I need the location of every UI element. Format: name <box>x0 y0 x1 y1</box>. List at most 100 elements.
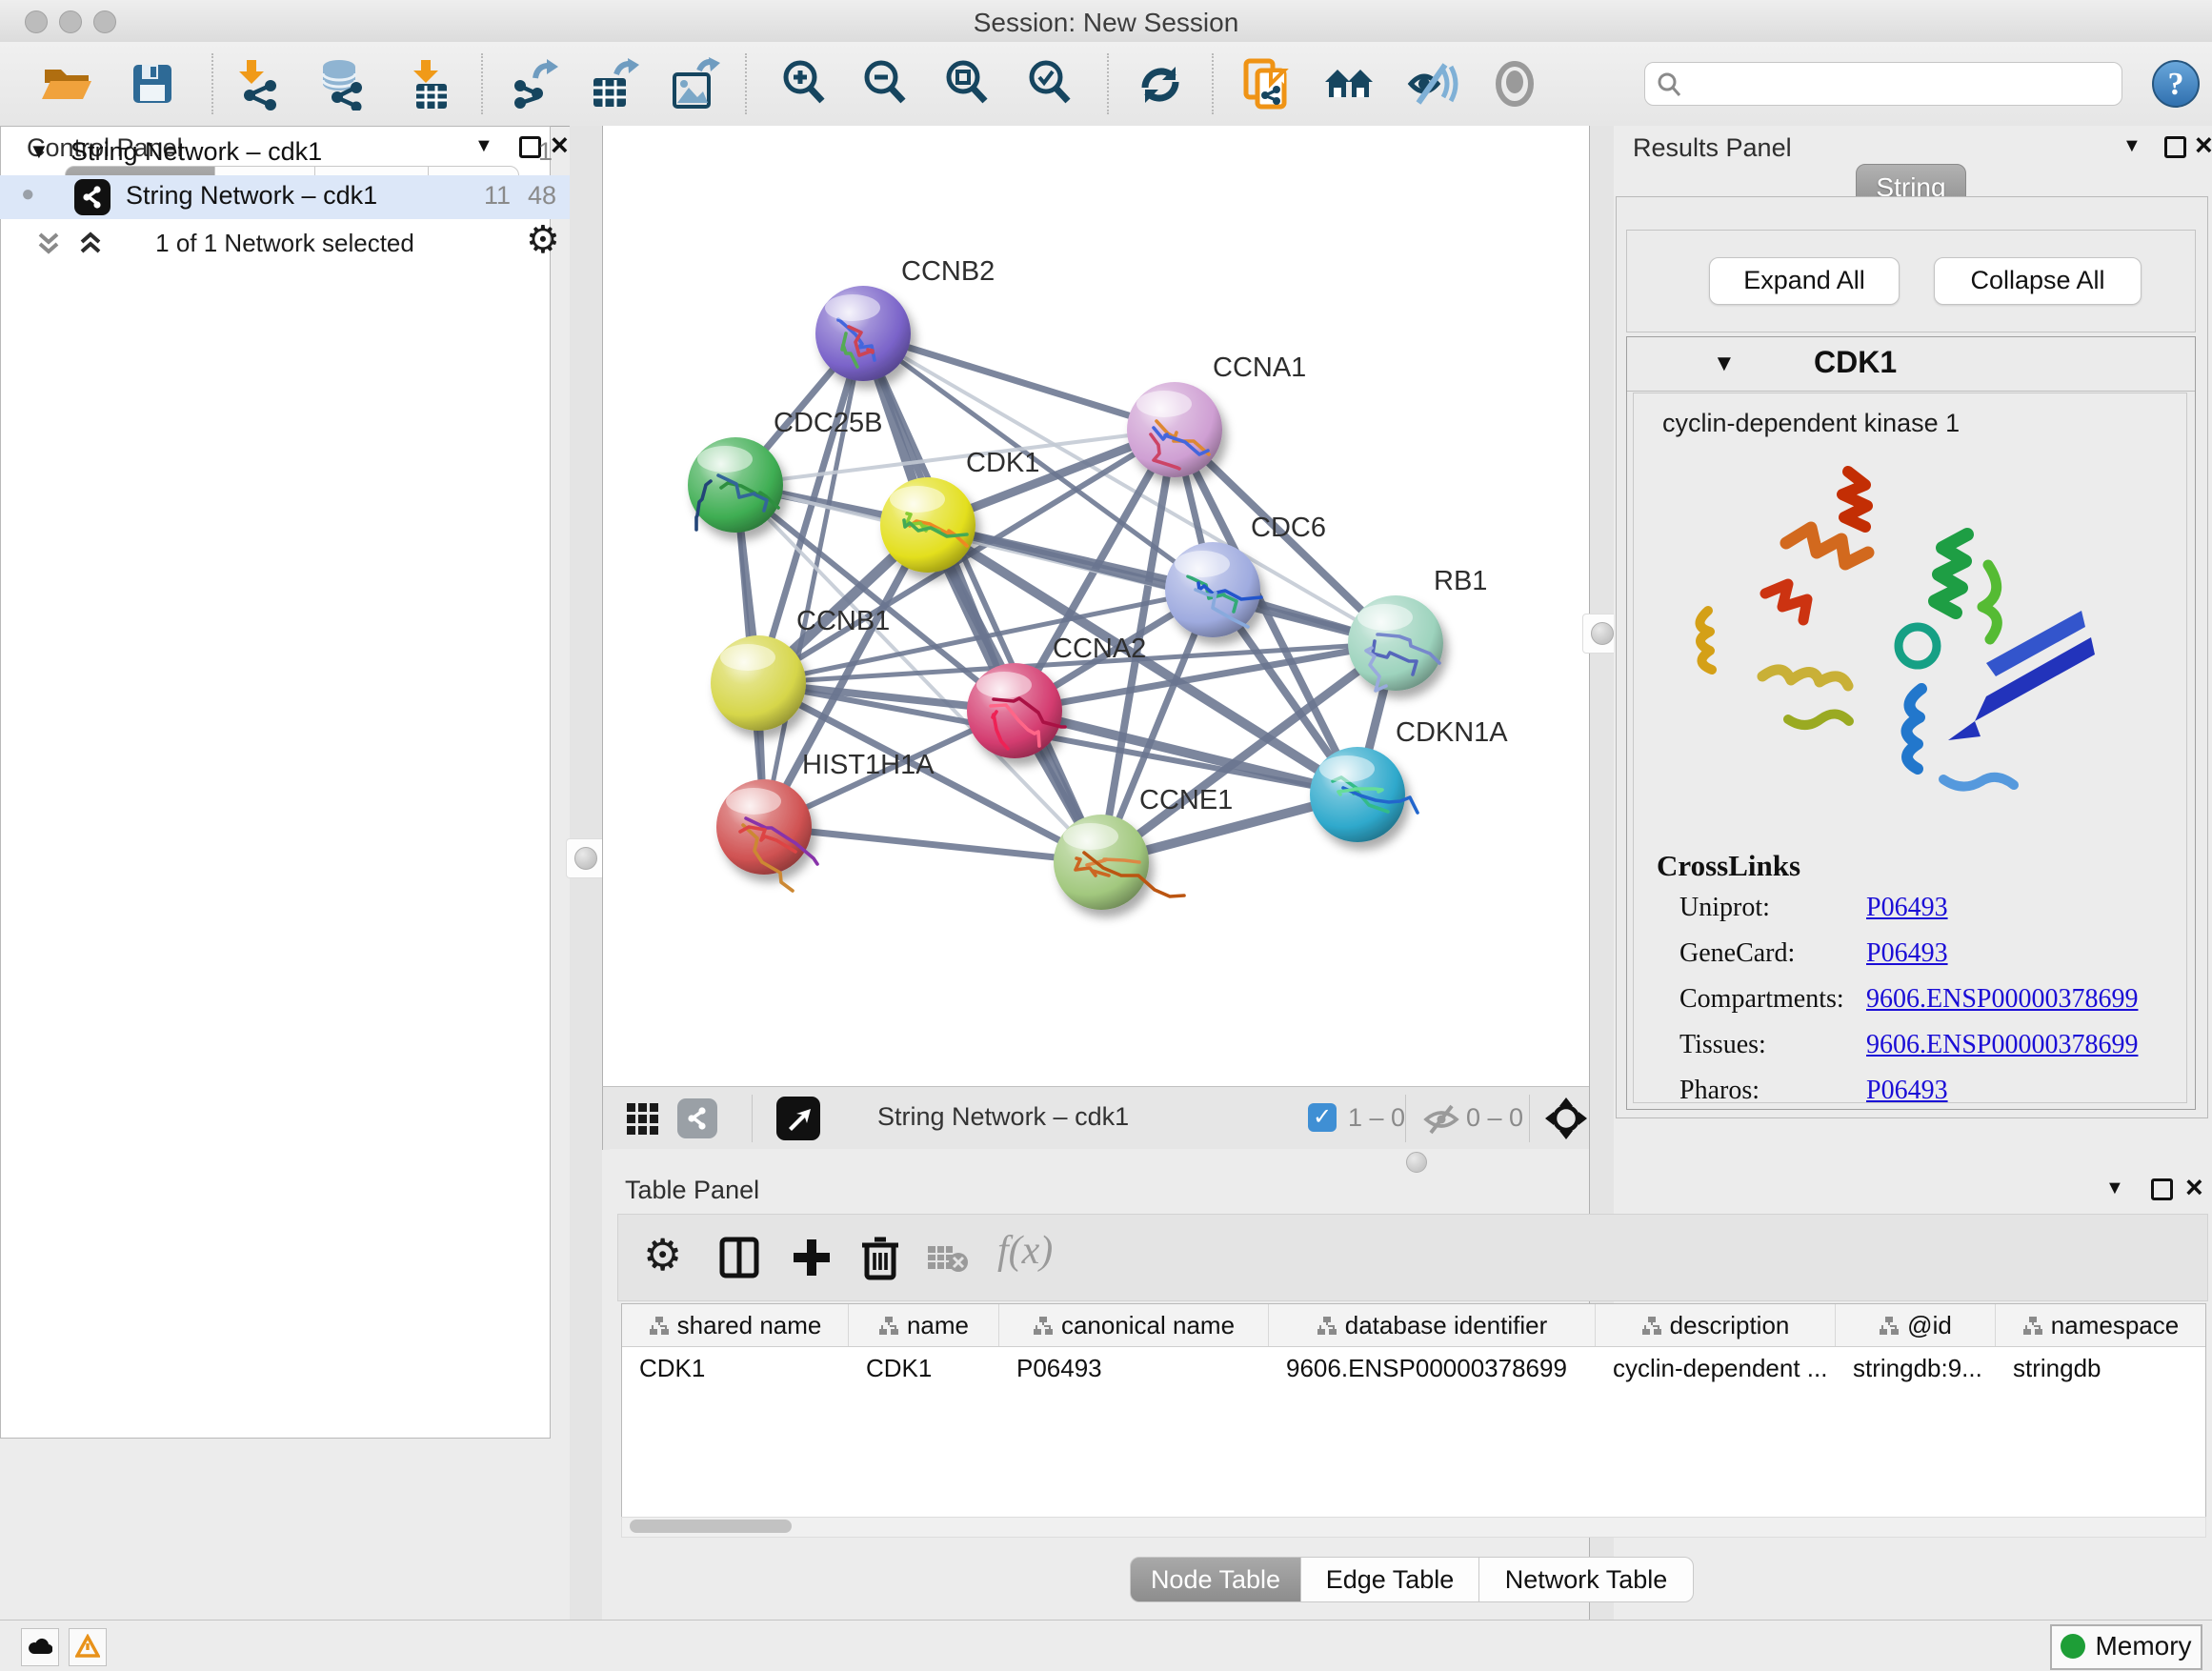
cell-namespace[interactable]: stringdb <box>1996 1347 2205 1389</box>
hidden-eye-icon[interactable] <box>1488 57 1541 111</box>
results-button-box: Expand All Collapse All <box>1626 230 2196 332</box>
table-horizontal-scrollbar[interactable] <box>621 1517 2206 1538</box>
node-CCNB1[interactable]: CCNB1 <box>711 606 890 731</box>
crosslink-label: Compartments: <box>1679 984 1866 1015</box>
network-canvas[interactable]: CCNB2CCNA1CDC25BCDK1CDC6RB1CCNB1CCNA2CDK… <box>602 126 1590 1086</box>
tab-network-table[interactable]: Network Table <box>1478 1557 1694 1602</box>
net-toolbar-separator <box>752 1095 753 1142</box>
birds-eye-view-icon[interactable] <box>1544 1097 1588 1140</box>
node-CCNA1[interactable]: CCNA1 <box>1127 352 1306 477</box>
delete-column-icon[interactable] <box>858 1234 902 1281</box>
table-panel-close-icon[interactable]: × <box>2185 1178 2203 1197</box>
save-session-icon[interactable] <box>126 57 179 111</box>
clone-network-icon[interactable] <box>1238 57 1292 111</box>
cloud-button[interactable] <box>21 1628 59 1666</box>
network-graph[interactable]: CCNB2CCNA1CDC25BCDK1CDC6RB1CCNB1CCNA2CDK… <box>603 126 1590 1086</box>
zoom-in-icon[interactable] <box>778 57 832 111</box>
entry-collapse-icon[interactable]: ▼ <box>1713 351 1736 377</box>
column-header[interactable]: description <box>1596 1304 1836 1346</box>
network-share-view-icon[interactable] <box>677 1098 717 1138</box>
node-gloss-highlight <box>1357 604 1413 631</box>
import-network-file-icon[interactable] <box>232 57 286 111</box>
left-splitter-handle[interactable] <box>566 838 606 878</box>
expand-all-button[interactable]: Expand All <box>1709 257 1900 305</box>
table-gear-icon[interactable]: ⚙ <box>643 1236 682 1274</box>
node-CDKN1A[interactable]: CDKN1A <box>1310 717 1508 842</box>
cell-database-identifier[interactable]: 9606.ENSP00000378699 <box>1269 1347 1596 1389</box>
help-icon[interactable]: ? <box>2151 59 2201 109</box>
zoom-out-icon[interactable] <box>859 57 913 111</box>
left-splitter[interactable] <box>570 126 602 1620</box>
zoom-selected-icon[interactable] <box>1024 57 1077 111</box>
crosslink-value-link[interactable]: P06493 <box>1866 938 1948 968</box>
import-network-database-icon[interactable] <box>316 57 370 111</box>
warning-button[interactable] <box>69 1628 107 1666</box>
crosslink-label: Uniprot: <box>1679 893 1866 923</box>
cell-description[interactable]: cyclin-dependent ... <box>1596 1347 1836 1389</box>
crosslink-value-link[interactable]: P06493 <box>1866 893 1948 922</box>
zoom-fit-icon[interactable] <box>941 57 995 111</box>
detach-view-icon[interactable] <box>776 1097 820 1140</box>
results-panel-close-icon[interactable]: × <box>2195 135 2212 154</box>
network-collection-row[interactable]: ▼ String Network – cdk1 1 <box>0 131 570 175</box>
tab-node-table[interactable]: Node Table <box>1130 1557 1301 1602</box>
export-table-icon[interactable] <box>588 57 641 111</box>
node-gloss-highlight <box>976 672 1032 698</box>
scrollbar-thumb[interactable] <box>630 1520 792 1533</box>
search-field[interactable] <box>1644 62 2122 106</box>
crosslink-value-link[interactable]: 9606.ENSP00000378699 <box>1866 1030 2138 1059</box>
collection-count: 1 <box>538 137 553 167</box>
show-columns-icon[interactable] <box>717 1236 761 1279</box>
node-HIST1H1A[interactable]: HIST1H1A <box>716 750 935 891</box>
result-entry-content: cyclin-dependent kinase 1 <box>1633 393 2187 1103</box>
cell-canonical-name[interactable]: P06493 <box>999 1347 1269 1389</box>
column-header[interactable]: database identifier <box>1269 1304 1596 1346</box>
column-header[interactable]: namespace <box>1996 1304 2205 1346</box>
network-node-count: 11 <box>484 181 511 211</box>
cell-shared-name[interactable]: CDK1 <box>622 1347 849 1389</box>
add-column-icon[interactable] <box>790 1236 834 1279</box>
cell-id[interactable]: stringdb:9... <box>1836 1347 1996 1389</box>
column-header[interactable]: shared name <box>622 1304 849 1346</box>
edge-CCNB2-CCNA1[interactable] <box>863 333 1175 430</box>
horizontal-splitter-handle[interactable] <box>1406 1152 1427 1173</box>
column-header[interactable]: canonical name <box>999 1304 1269 1346</box>
node-label-CCNA1: CCNA1 <box>1213 352 1306 383</box>
hidden-counts: 0 – 0 <box>1466 1103 1523 1133</box>
network-options-gear-icon[interactable]: ⚙ <box>526 221 560 259</box>
crosslink-value-link[interactable]: P06493 <box>1866 1076 1948 1105</box>
entry-gene-name: CDK1 <box>1814 345 1897 380</box>
table-panel-float-icon[interactable]: ▼ <box>2105 1178 2124 1199</box>
network-row[interactable]: ● String Network – cdk1 11 48 <box>0 175 570 219</box>
column-header[interactable]: @id <box>1836 1304 1996 1346</box>
tab-edge-table[interactable]: Edge Table <box>1300 1557 1479 1602</box>
node-label-CDK1: CDK1 <box>966 448 1039 478</box>
open-session-icon[interactable] <box>40 57 93 111</box>
first-neighbors-icon[interactable] <box>1322 57 1376 111</box>
results-panel-float-icon[interactable]: ▼ <box>2122 135 2142 157</box>
refresh-icon[interactable] <box>1134 57 1187 111</box>
result-entry-header[interactable]: ▼ CDK1 <box>1627 337 2195 392</box>
column-tree-icon <box>649 1316 670 1337</box>
table-row[interactable]: CDK1 CDK1 P06493 9606.ENSP00000378699 cy… <box>622 1347 2205 1389</box>
function-builder-icon: f(x) <box>997 1228 1053 1274</box>
column-header[interactable]: name <box>849 1304 999 1346</box>
export-image-icon[interactable] <box>669 57 722 111</box>
collection-expand-icon[interactable]: ▼ <box>29 139 50 164</box>
crosslink-label: Pharos: <box>1679 1076 1866 1106</box>
crosslink-value-link[interactable]: 9606.ENSP00000378699 <box>1866 984 2138 1014</box>
export-network-icon[interactable] <box>507 57 560 111</box>
show-hide-graphics-icon[interactable] <box>1405 57 1458 111</box>
node-RB1[interactable]: RB1 <box>1348 566 1487 691</box>
cell-name[interactable]: CDK1 <box>849 1347 999 1389</box>
results-panel-maximize-icon[interactable] <box>2164 136 2186 158</box>
search-input[interactable] <box>1689 67 2112 101</box>
memory-button[interactable]: Memory <box>2050 1624 2202 1670</box>
node-CCNE1[interactable]: CCNE1 <box>1054 785 1233 910</box>
import-table-icon[interactable] <box>400 57 453 111</box>
selected-checkbox-icon[interactable]: ✓ <box>1308 1103 1337 1132</box>
grid-view-icon[interactable] <box>626 1102 660 1137</box>
table-panel-maximize-icon[interactable] <box>2151 1178 2173 1200</box>
crosslinks-list: Uniprot:P06493 GeneCard:P06493 Compartme… <box>1679 893 2175 1106</box>
collapse-all-button[interactable]: Collapse All <box>1934 257 2142 305</box>
